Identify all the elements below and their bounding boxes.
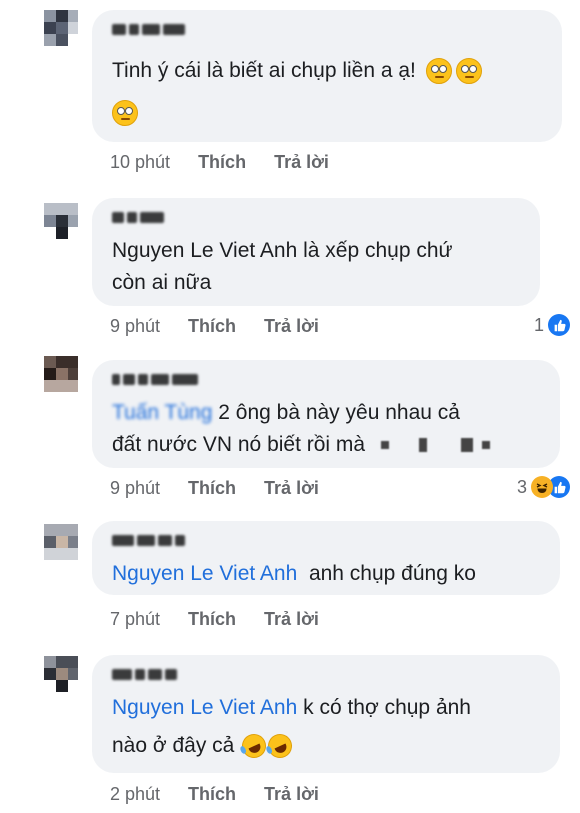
- comment-text: Tuấn Tùng 2 ông bà này yêu nhau cả: [112, 401, 460, 424]
- comment-text: Nguyen Le Viet Anh anh chụp đúng ko: [112, 562, 476, 585]
- comment-bubble: Nguyen Le Viet Anh anh chụp đúng ko: [92, 521, 560, 595]
- like-button[interactable]: Thích: [188, 609, 236, 629]
- comment-actions: 7 phút Thích Trả lời: [110, 609, 347, 630]
- comment-actions: 2 phút Thích Trả lời: [110, 784, 347, 805]
- avatar[interactable]: [44, 10, 78, 46]
- rolling-eyes-emoji-icon: [112, 100, 138, 127]
- comment-actions: 9 phút Thích Trả lời: [110, 478, 347, 499]
- mention-link[interactable]: Nguyen Le Viet Anh: [112, 696, 297, 719]
- rolling-eyes-emoji-icon: [455, 58, 482, 85]
- like-icon: [548, 314, 570, 336]
- reply-button[interactable]: Trả lời: [264, 478, 319, 498]
- rolling-eyes-emoji-icon: [425, 58, 452, 85]
- like-button[interactable]: Thích: [188, 316, 236, 336]
- author-name-blurred[interactable]: [112, 665, 177, 683]
- comment-text-line-2: còn ai nữa: [112, 271, 212, 294]
- mention-link[interactable]: Nguyen Le Viet Anh: [112, 562, 297, 585]
- comment-actions: 9 phút Thích Trả lời: [110, 316, 347, 337]
- reply-button[interactable]: Trả lời: [274, 152, 329, 172]
- comment-text: Nguyen Le Viet Anh k có thợ chụp ảnh: [112, 696, 471, 719]
- comment-time[interactable]: 7 phút: [110, 609, 160, 630]
- mention-link[interactable]: Tuấn Tùng: [112, 401, 212, 424]
- reaction-count: 1: [533, 314, 544, 335]
- comment-bubble: Tuấn Tùng 2 ông bà này yêu nhau cả đất n…: [92, 360, 560, 468]
- comment-bubble: Nguyen Le Viet Anh k có thợ chụp ảnh nào…: [92, 655, 560, 773]
- like-button[interactable]: Thích: [188, 478, 236, 498]
- comment-bubble: Nguyen Le Viet Anh là xếp chụp chứ còn a…: [92, 198, 540, 306]
- comment-text: Tinh ý cái là biết ai chụp liền a ạ!: [112, 54, 482, 88]
- comment-bubble: Tinh ý cái là biết ai chụp liền a ạ!: [92, 10, 562, 142]
- reaction-count: 3: [516, 476, 527, 497]
- comment-text: Nguyen Le Viet Anh là xếp chụp chứ: [112, 239, 453, 262]
- avatar[interactable]: [44, 203, 78, 239]
- avatar[interactable]: [44, 356, 78, 392]
- comment-time[interactable]: 9 phút: [110, 478, 160, 499]
- reply-button[interactable]: Trả lời: [264, 316, 319, 336]
- haha-icon: [531, 476, 553, 498]
- censored-block: [418, 438, 427, 453]
- author-name-blurred[interactable]: [112, 20, 185, 38]
- like-button[interactable]: Thích: [188, 784, 236, 804]
- censored-block: [380, 441, 389, 450]
- comment-text-line-2: đất nước VN nó biết rồi mà: [112, 428, 494, 462]
- censored-block: [482, 441, 491, 450]
- comment-actions: 10 phút Thích Trả lời: [110, 152, 357, 173]
- comment-text-line-2: [112, 96, 138, 130]
- comment-time[interactable]: 9 phút: [110, 316, 160, 337]
- reaction-summary[interactable]: 3: [517, 476, 570, 498]
- comment-text-line-2: nào ở đây cả: [112, 729, 297, 763]
- comment-time[interactable]: 10 phút: [110, 152, 170, 173]
- like-button[interactable]: Thích: [198, 152, 246, 172]
- rolling-on-floor-laughing-emoji-icon: [264, 730, 297, 763]
- author-name-blurred[interactable]: [112, 531, 185, 549]
- avatar[interactable]: [44, 656, 78, 692]
- reply-button[interactable]: Trả lời: [264, 609, 319, 629]
- reply-button[interactable]: Trả lời: [264, 784, 319, 804]
- avatar[interactable]: [44, 524, 78, 560]
- comment-time[interactable]: 2 phút: [110, 784, 160, 805]
- author-name-blurred[interactable]: [112, 370, 198, 388]
- reaction-summary[interactable]: 1: [534, 314, 570, 336]
- censored-block: [460, 438, 473, 453]
- author-name-blurred[interactable]: [112, 208, 164, 226]
